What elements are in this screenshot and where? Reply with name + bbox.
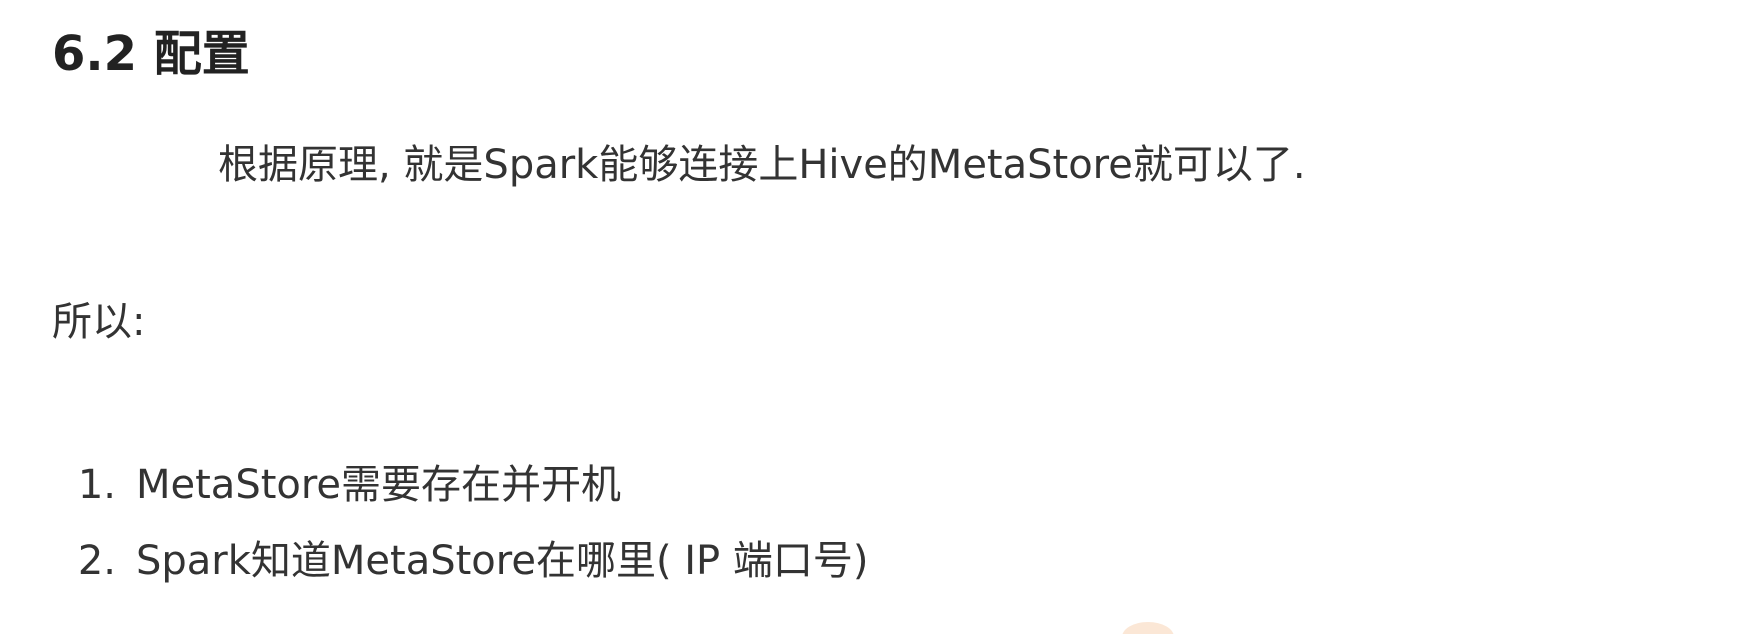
section-heading: 6.2 配置 bbox=[52, 26, 250, 82]
list-item-marker: 1. bbox=[77, 462, 116, 508]
document-page: 6.2 配置 根据原理, 就是Spark能够连接上Hive的MetaStore就… bbox=[0, 0, 1738, 634]
lead-in-paragraph: 所以: bbox=[52, 299, 146, 345]
list-item-text: Spark知道MetaStore在哪里( IP 端口号) bbox=[136, 538, 869, 584]
list-item: 2. Spark知道MetaStore在哪里( IP 端口号) bbox=[52, 523, 869, 599]
list-item-marker: 2. bbox=[77, 538, 116, 584]
list-item-text: MetaStore需要存在并开机 bbox=[136, 462, 622, 508]
decorative-blob bbox=[1122, 622, 1174, 634]
list-item: 1. MetaStore需要存在并开机 bbox=[52, 447, 869, 523]
requirements-list: 1. MetaStore需要存在并开机 2. Spark知道MetaStore在哪里… bbox=[52, 447, 869, 599]
principle-paragraph: 根据原理, 就是Spark能够连接上Hive的MetaStore就可以了. bbox=[218, 142, 1306, 188]
